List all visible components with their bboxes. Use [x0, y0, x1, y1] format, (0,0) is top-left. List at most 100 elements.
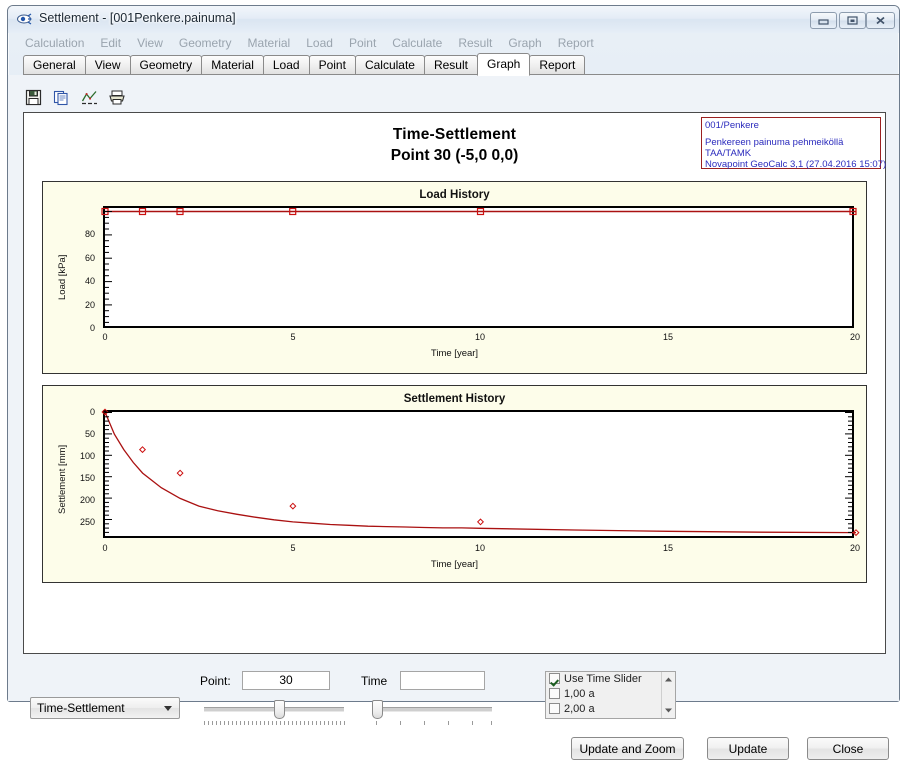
checkbox-time-2[interactable] — [549, 703, 560, 714]
settlement-ytick-50: 50 — [84, 429, 95, 439]
settlement-x-axis-label: Time [year] — [430, 559, 479, 570]
checkbox-use-time-slider[interactable] — [549, 673, 560, 684]
list-scrollbar[interactable] — [661, 672, 675, 718]
time-slider-thumb[interactable] — [372, 700, 383, 719]
load-xtick-0: 0 — [102, 332, 108, 342]
point-label: Point: — [200, 674, 231, 688]
settlement-ytick-250: 250 — [79, 517, 95, 528]
load-series — [101, 207, 857, 216]
list-item-label: Use Time Slider — [564, 673, 642, 685]
tab-graph[interactable]: Graph — [476, 53, 531, 76]
close-window-button[interactable] — [866, 12, 895, 29]
tab-calculate[interactable]: Calculate — [354, 55, 425, 75]
time-slider[interactable] — [372, 698, 492, 725]
list-item[interactable]: 1,00 a — [546, 687, 675, 702]
menu-item-view[interactable]: View — [129, 34, 171, 52]
graph-type-value: Time-Settlement — [37, 701, 125, 715]
checkbox-time-1[interactable] — [549, 688, 560, 699]
point-slider-thumb[interactable] — [274, 700, 285, 719]
tab-material[interactable]: Material — [201, 55, 264, 75]
load-x-axis-label: Time [year] — [430, 348, 479, 359]
load-ytick-80: 80 — [84, 229, 95, 240]
menu-item-edit[interactable]: Edit — [92, 34, 129, 52]
graph-tab-panel: Time-Settlement Point 30 (-5,0 0,0) 001/… — [8, 75, 899, 760]
close-button[interactable]: Close — [807, 737, 889, 760]
title-bar: Settlement - [001Penkere.painuma] — [8, 6, 899, 33]
graph-toolbar — [23, 86, 127, 108]
settlement-y-minor-ticks — [105, 412, 112, 533]
settlement-xtick-0: 0 — [102, 543, 108, 553]
settlement-history-title: Settlement History — [403, 393, 506, 405]
settlement-ytick-150: 150 — [79, 473, 95, 484]
load-xtick-5: 5 — [290, 332, 296, 342]
load-history-plot — [101, 206, 857, 328]
settlement-history-panel: Settlement History Settlement [mm] 0 50 … — [42, 385, 867, 583]
tab-view[interactable]: View — [84, 55, 131, 75]
load-history-panel: Load History Load [kPa] 0 20 40 60 80 0 … — [42, 181, 867, 374]
menu-item-calculation[interactable]: Calculation — [17, 34, 92, 52]
menu-item-result[interactable]: Result — [450, 34, 500, 52]
load-y-minor-ticks — [105, 211, 112, 323]
list-item[interactable]: Use Time Slider — [546, 672, 675, 687]
tab-result[interactable]: Result — [423, 55, 478, 75]
minimize-button[interactable] — [810, 12, 837, 29]
menu-item-material[interactable]: Material — [240, 34, 299, 52]
load-xtick-15: 15 — [662, 332, 673, 342]
save-icon[interactable] — [23, 87, 43, 107]
maximize-icon — [840, 13, 865, 28]
time-value-field[interactable] — [400, 671, 485, 690]
maximize-button[interactable] — [839, 12, 866, 29]
menu-bar: Calculation Edit View Geometry Material … — [8, 33, 899, 53]
close-icon — [867, 13, 894, 28]
minimize-icon — [811, 13, 836, 28]
menu-item-geometry[interactable]: Geometry — [171, 34, 240, 52]
load-ytick-60: 60 — [84, 252, 95, 263]
bottom-controls: Time-Settlement Point: 30 Time Use Time … — [8, 660, 899, 772]
time-slider-ticks — [372, 721, 492, 727]
info-project: 001/Penkere — [705, 120, 759, 131]
load-xtick-10: 10 — [474, 332, 485, 342]
tab-general[interactable]: General — [23, 55, 86, 75]
list-item-label: 1,00 a — [564, 688, 595, 700]
menu-item-load[interactable]: Load — [298, 34, 341, 52]
list-item[interactable]: 2,00 a — [546, 702, 675, 717]
copy-icon[interactable] — [51, 87, 71, 107]
info-author: TAA/TAMK — [705, 148, 752, 159]
settlement-y-right-ticks — [845, 412, 852, 533]
settlement-xtick-15: 15 — [662, 543, 673, 553]
update-button[interactable]: Update — [707, 737, 789, 760]
update-and-zoom-button[interactable]: Update and Zoom — [571, 737, 684, 760]
point-slider[interactable] — [204, 698, 345, 725]
list-item-label: 2,00 a — [564, 703, 595, 715]
tab-report[interactable]: Report — [529, 55, 586, 75]
tab-geometry[interactable]: Geometry — [129, 55, 203, 75]
graph-canvas: Time-Settlement Point 30 (-5,0 0,0) 001/… — [23, 112, 886, 654]
settlement-window: Settlement - [001Penkere.painuma] Calcul… — [7, 5, 900, 760]
point-slider-ticks — [204, 721, 345, 727]
graph-icon[interactable] — [79, 87, 99, 107]
settlement-xtick-20: 20 — [849, 543, 860, 553]
point-value-field[interactable]: 30 — [242, 671, 330, 690]
tab-point[interactable]: Point — [308, 55, 356, 75]
print-icon[interactable] — [107, 87, 127, 107]
load-xtick-20: 20 — [849, 332, 860, 342]
menu-item-graph[interactable]: Graph — [500, 34, 549, 52]
menu-item-calculate[interactable]: Calculate — [384, 34, 450, 52]
settlement-ytick-0: 0 — [89, 407, 95, 417]
settlement-ytick-200: 200 — [79, 495, 95, 506]
scroll-up-icon[interactable] — [662, 672, 675, 687]
load-ytick-40: 40 — [84, 276, 95, 287]
settlement-history-plot — [101, 408, 860, 538]
load-ytick-20: 20 — [84, 299, 95, 310]
tab-load[interactable]: Load — [262, 55, 310, 75]
info-description: Penkereen painuma pehmeiköllä — [705, 137, 844, 148]
window-title: Settlement - [001Penkere.painuma] — [39, 11, 236, 25]
time-label: Time — [361, 674, 388, 688]
menu-item-report[interactable]: Report — [550, 34, 602, 52]
graph-type-select[interactable]: Time-Settlement — [30, 697, 180, 719]
time-slider-list[interactable]: Use Time Slider 1,00 a 2,00 a — [545, 671, 676, 719]
time-slider-track — [372, 707, 492, 712]
app-icon — [17, 12, 33, 26]
menu-item-point[interactable]: Point — [341, 34, 384, 52]
scroll-down-icon[interactable] — [662, 703, 675, 718]
